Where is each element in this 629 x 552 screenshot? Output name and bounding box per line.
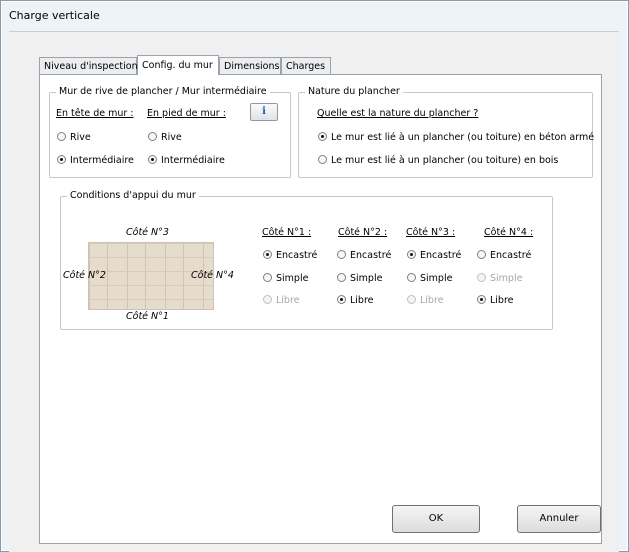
radio-checked-icon [337,295,346,304]
cancel-button[interactable]: Annuler [517,505,601,533]
conditions-legend: Conditions d'appui du mur [67,190,199,201]
mur-rive-group: Mur de rive de plancher / Mur intermédia… [49,86,291,178]
pied-label: En pied de mur : [147,108,226,119]
cote-3-encastre-radio[interactable]: Encastré [407,250,461,262]
tab-dimensions[interactable]: Dimensions [219,57,281,74]
nature-bois-radio[interactable]: Le mur est lié à un plancher (ou toiture… [318,155,558,167]
tete-intermediaire-radio[interactable]: Intermédiaire [57,155,134,167]
radio-checked-icon [407,250,416,259]
cote-4-encastre-radio[interactable]: Encastré [477,250,531,262]
radio-icon [407,273,416,282]
radio-icon [337,273,346,282]
pied-intermediaire-radio[interactable]: Intermédiaire [148,155,225,167]
cote-3-header: Côté N°3 : [406,227,456,238]
cote-4-label: Côté N°4 [191,270,234,281]
radio-checked-icon [263,250,272,259]
nature-plancher-group: Nature du plancher Quelle est la nature … [298,86,594,178]
cote-2-header: Côté N°2 : [338,227,388,238]
cote-1-libre-radio: Libre [263,295,300,307]
radio-checked-icon [148,155,157,164]
radio-icon [407,295,416,304]
cote-4-libre-radio[interactable]: Libre [477,295,514,307]
tete-rive-radio[interactable]: Rive [57,132,91,144]
info-button[interactable]: i [250,103,278,121]
conditions-appui-group: Conditions d'appui du mur Côté N°3 Côté … [60,190,553,330]
cote-3-libre-radio: Libre [407,295,444,307]
radio-icon [148,132,157,141]
cote-4-header: Côté N°4 : [484,227,534,238]
tab-config-mur[interactable]: Config. du mur [137,55,219,75]
cote-2-encastre-radio[interactable]: Encastré [337,250,391,262]
radio-checked-icon [318,132,327,141]
cote-1-simple-radio[interactable]: Simple [263,273,308,285]
radio-icon [477,273,486,282]
radio-checked-icon [57,155,66,164]
radio-icon [477,250,486,259]
nature-beton-radio[interactable]: Le mur est lié à un plancher (ou toiture… [318,132,594,144]
radio-checked-icon [477,295,486,304]
cote-2-libre-radio[interactable]: Libre [337,295,374,307]
radio-icon [318,155,327,164]
dialog-client: Niveau d'inspection Config. du mur Dimen… [9,31,619,552]
pied-rive-radio[interactable]: Rive [148,132,182,144]
cote-1-header: Côté N°1 : [262,227,312,238]
cote-4-simple-radio: Simple [477,273,522,285]
radio-icon [263,273,272,282]
cote-2-label: Côté N°2 [63,270,106,281]
nature-question: Quelle est la nature du plancher ? [317,108,479,119]
nature-legend: Nature du plancher [305,86,403,97]
mur-rive-legend: Mur de rive de plancher / Mur intermédia… [56,86,270,97]
radio-icon [57,132,66,141]
ok-button[interactable]: OK [392,505,480,533]
radio-icon [263,295,272,304]
radio-icon [337,250,346,259]
dialog-window: Charge verticale Niveau d'inspection Con… [0,0,629,552]
tab-charges[interactable]: Charges [281,57,331,74]
cote-1-label: Côté N°1 [126,311,169,322]
tab-niveau-inspection[interactable]: Niveau d'inspection [39,57,138,74]
title-bar: Charge verticale [9,1,620,31]
cote-3-simple-radio[interactable]: Simple [407,273,452,285]
cote-1-encastre-radio[interactable]: Encastré [263,250,317,262]
cote-2-simple-radio[interactable]: Simple [337,273,382,285]
cote-3-label: Côté N°3 [126,227,169,238]
tete-label: En tête de mur : [56,108,134,119]
window-title: Charge verticale [9,9,100,22]
tab-panel-config-mur: Mur de rive de plancher / Mur intermédia… [39,74,602,544]
